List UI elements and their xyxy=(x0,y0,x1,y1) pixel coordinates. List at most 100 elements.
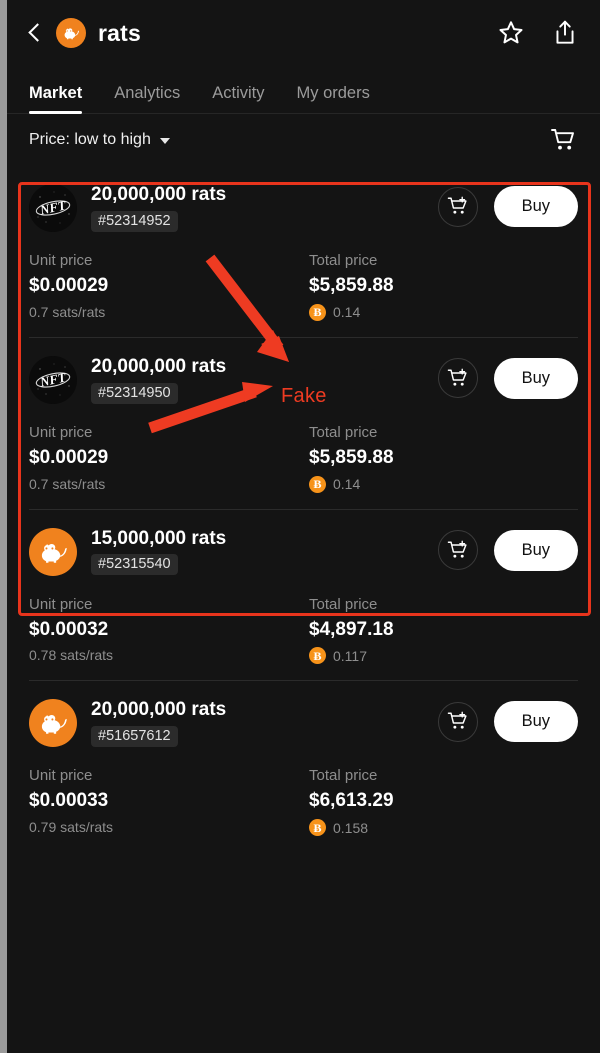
bitcoin-icon: Ƀ xyxy=(309,819,326,837)
tab-activity[interactable]: Activity xyxy=(212,84,264,113)
listing-prices: Unit price $0.00033 0.79 sats/rats Total… xyxy=(29,767,578,837)
unit-price-rate: 0.78 sats/rats xyxy=(29,647,309,663)
listing-identity: 15,000,000 rats #52315540 xyxy=(91,528,438,576)
bitcoin-icon: Ƀ xyxy=(309,647,326,665)
total-price-value: $5,859.88 xyxy=(309,446,394,468)
add-to-cart-button[interactable] xyxy=(437,530,478,571)
unit-rate-text: 0.7 sats/rats xyxy=(29,303,106,320)
nft-placeholder-icon: NFT xyxy=(29,355,77,404)
buy-button[interactable]: Buy xyxy=(493,701,578,743)
chevron-left-icon[interactable] xyxy=(29,22,42,44)
unit-price-label: Unit price xyxy=(29,595,93,613)
listing-prices: Unit price $0.00032 0.78 sats/rats Total… xyxy=(29,596,578,665)
listing-row[interactable]: NFT 20,000,000 rats #52314952 Buy Unit p… xyxy=(29,166,578,337)
page-title: rats xyxy=(98,19,141,46)
listing-avatar: NFT xyxy=(29,355,77,404)
listing-avatar xyxy=(29,527,77,576)
unit-price-rate: 0.79 sats/rats xyxy=(29,819,309,835)
listing-amount: 15,000,000 rats xyxy=(91,527,227,549)
cart-plus-icon xyxy=(447,712,467,730)
listing-prices: Unit price $0.00029 0.7 sats/rats Total … xyxy=(29,252,578,321)
cart-plus-icon xyxy=(447,368,467,386)
favorite-button[interactable] xyxy=(494,16,528,50)
total-price-block: Total price $5,859.88 Ƀ 0.14 xyxy=(309,424,394,493)
shopping-cart-icon xyxy=(551,129,574,150)
listing-id-badge: #52315540 xyxy=(91,554,178,576)
total-btc-text: 0.14 xyxy=(333,476,361,493)
total-price-btc: Ƀ 0.14 xyxy=(309,475,394,493)
tab-bar: Market Analytics Activity My orders xyxy=(7,66,600,114)
listing-identity: 20,000,000 rats #52314950 xyxy=(91,356,438,404)
cart-plus-icon xyxy=(447,540,467,558)
total-price-value: $4,897.18 xyxy=(309,618,394,640)
cart-plus-icon xyxy=(447,196,467,214)
total-price-btc: Ƀ 0.117 xyxy=(309,647,394,665)
listing-id-badge: #52314952 xyxy=(91,210,178,232)
total-price-value: $5,859.88 xyxy=(309,275,394,296)
listing-amount: 20,000,000 rats xyxy=(91,699,227,721)
listing-amount: 20,000,000 rats xyxy=(91,184,227,205)
buy-button[interactable]: Buy xyxy=(493,357,578,399)
unit-price-value: $0.00032 xyxy=(29,618,109,640)
tab-market[interactable]: Market xyxy=(29,84,83,114)
add-to-cart-button[interactable] xyxy=(437,186,478,227)
total-price-label: Total price xyxy=(309,595,378,613)
listing-identity: 20,000,000 rats #51657612 xyxy=(91,699,438,748)
tab-my-orders[interactable]: My orders xyxy=(297,84,370,113)
unit-price-block: Unit price $0.00029 0.7 sats/rats xyxy=(29,252,309,321)
bitcoin-icon: Ƀ xyxy=(309,303,326,321)
rat-avatar-icon xyxy=(64,28,79,40)
unit-rate-text: 0.78 sats/rats xyxy=(29,647,114,664)
unit-rate-text: 0.7 sats/rats xyxy=(29,475,106,492)
total-price-block: Total price $6,613.29 Ƀ 0.158 xyxy=(309,767,394,837)
listing-row[interactable]: 15,000,000 rats #52315540 Buy Unit price… xyxy=(29,508,578,681)
listing-header: 20,000,000 rats #51657612 Buy xyxy=(29,699,578,748)
nft-placeholder-icon: NFT xyxy=(29,184,77,232)
rat-avatar-icon xyxy=(41,543,67,563)
share-icon xyxy=(556,20,574,44)
total-price-label: Total price xyxy=(309,252,378,269)
sort-dropdown[interactable]: Price: low to high xyxy=(29,131,170,149)
listing-row[interactable]: 20,000,000 rats #51657612 Buy Unit price… xyxy=(29,680,578,852)
total-price-btc: Ƀ 0.14 xyxy=(309,303,394,321)
total-price-value: $6,613.29 xyxy=(309,790,394,812)
sort-row: Price: low to high xyxy=(7,114,600,166)
listing-actions: Buy xyxy=(437,701,578,743)
unit-price-label: Unit price xyxy=(29,252,93,269)
listing-header: NFT 20,000,000 rats #52314950 Buy xyxy=(29,355,578,404)
add-to-cart-button[interactable] xyxy=(437,358,478,399)
unit-price-label: Unit price xyxy=(29,767,93,785)
total-btc-text: 0.158 xyxy=(333,819,369,836)
bitcoin-icon: Ƀ xyxy=(309,475,326,493)
buy-button[interactable]: Buy xyxy=(493,529,578,571)
chevron-down-icon xyxy=(159,138,170,144)
listing-avatar xyxy=(29,699,77,748)
sort-dropdown-label: Price: low to high xyxy=(29,131,151,148)
unit-rate-text: 0.79 sats/rats xyxy=(29,819,114,836)
unit-price-block: Unit price $0.00033 0.79 sats/rats xyxy=(29,767,309,836)
listing-id-badge: #51657612 xyxy=(91,726,178,748)
listing-identity: 20,000,000 rats #52314952 xyxy=(91,184,438,232)
unit-price-block: Unit price $0.00032 0.78 sats/rats xyxy=(29,596,309,665)
listing-avatar: NFT xyxy=(29,184,77,232)
unit-price-rate: 0.7 sats/rats xyxy=(29,476,309,492)
unit-price-value: $0.00029 xyxy=(29,446,109,468)
cart-button[interactable] xyxy=(546,123,580,157)
total-btc-text: 0.14 xyxy=(333,304,361,321)
listing-prices: Unit price $0.00029 0.7 sats/rats Total … xyxy=(29,424,578,493)
unit-price-value: $0.00033 xyxy=(29,790,109,812)
unit-price-block: Unit price $0.00029 0.7 sats/rats xyxy=(29,424,309,493)
listing-actions: Buy xyxy=(437,529,578,571)
buy-button[interactable]: Buy xyxy=(493,186,578,227)
listings-container: NFT 20,000,000 rats #52314952 Buy Unit p… xyxy=(7,166,600,852)
app-frame: rats Market Analytics Activity My orders… xyxy=(7,0,600,1053)
add-to-cart-button[interactable] xyxy=(437,701,478,742)
total-price-block: Total price $4,897.18 Ƀ 0.117 xyxy=(309,596,394,665)
unit-price-rate: 0.7 sats/rats xyxy=(29,304,309,320)
share-button[interactable] xyxy=(548,16,582,50)
star-icon xyxy=(499,21,523,44)
listing-header: NFT 20,000,000 rats #52314952 Buy xyxy=(29,184,578,232)
listing-row[interactable]: NFT 20,000,000 rats #52314950 Buy Unit p… xyxy=(29,336,578,509)
tab-analytics[interactable]: Analytics xyxy=(114,84,180,113)
total-price-label: Total price xyxy=(309,423,378,441)
